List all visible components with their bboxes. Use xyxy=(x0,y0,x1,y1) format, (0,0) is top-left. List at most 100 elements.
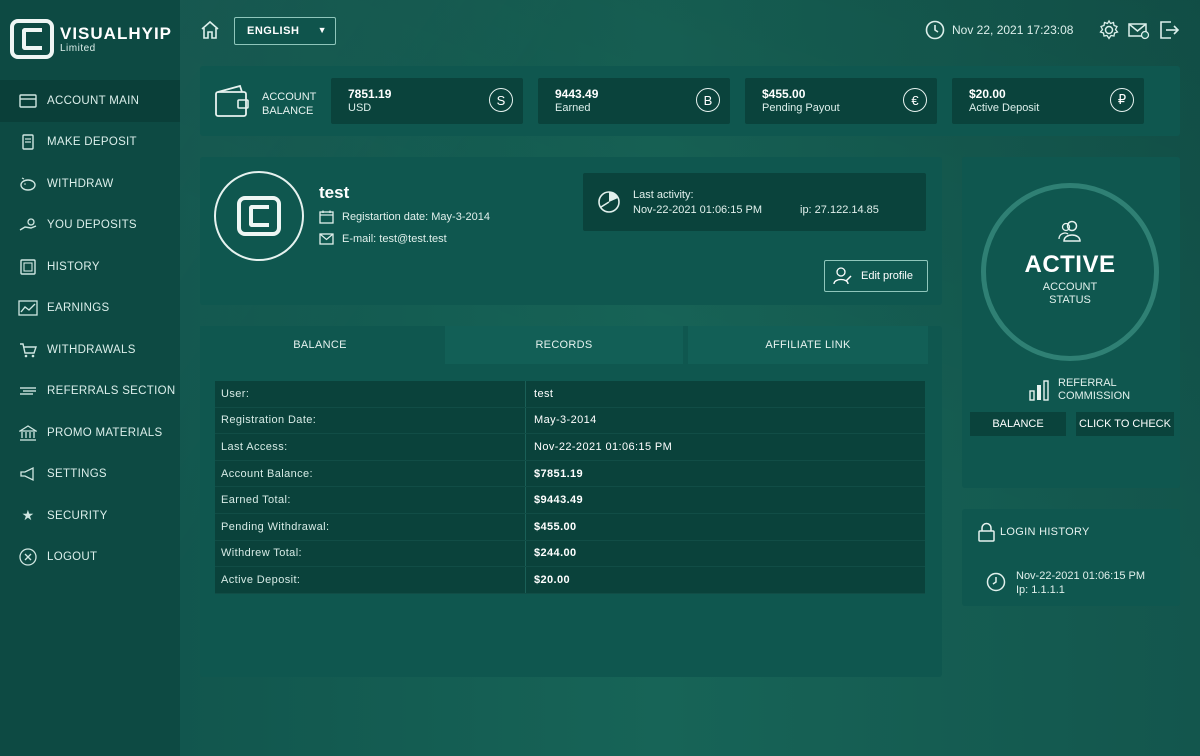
row-key: Withdrew Total: xyxy=(215,540,526,567)
cart-icon xyxy=(18,342,38,358)
sidebar-item-settings[interactable]: SETTINGS xyxy=(0,454,180,496)
sidebar-item-make-deposit[interactable]: MAKE DEPOSIT xyxy=(0,122,180,164)
lock-icon xyxy=(978,522,995,542)
table-row: Last Access: Nov-22-2021 01:06:15 PM xyxy=(215,434,925,461)
table-row: User: test xyxy=(215,381,925,408)
account-details-card: BALANCE RECORDS AFFILIATE LINK User: tes… xyxy=(200,326,942,677)
balance-active-deposit: $20.00 Active Deposit ₽ xyxy=(952,78,1144,124)
profile-card: test Registartion date: May-3-2014 E-mai… xyxy=(200,157,942,305)
sidebar-item-label: MAKE DEPOSIT xyxy=(47,136,137,149)
last-activity-label: Last activity: xyxy=(633,189,694,201)
logout-icon[interactable] xyxy=(1158,19,1180,41)
table-row: Registration Date: May-3-2014 xyxy=(215,407,925,435)
row-value: $7851.19 xyxy=(534,467,584,480)
mail-settings-icon[interactable] xyxy=(1128,19,1150,41)
hand-coin-icon xyxy=(18,217,38,233)
sidebar-item-label: HISTORY xyxy=(47,260,100,273)
chart-icon xyxy=(18,300,38,316)
sidebar-item-label: LOGOUT xyxy=(47,551,98,564)
balance-button[interactable]: BALANCE xyxy=(970,412,1066,436)
chevron-down-icon: ▼ xyxy=(317,25,327,35)
table-row: Withdrew Total: $244.00 xyxy=(215,540,925,568)
current-datetime: Nov 22, 2021 17:23:08 xyxy=(952,23,1074,37)
last-activity-time: Nov-22-2021 01:06:15 PM xyxy=(633,204,763,216)
brand-logo[interactable]: VISUALHYIP Limited xyxy=(10,18,175,60)
sidebar-item-label: EARNINGS xyxy=(47,302,110,315)
calendar-icon xyxy=(319,210,334,224)
balance-pending-payout: $455.00 Pending Payout € xyxy=(745,78,937,124)
sidebar-item-label: WITHDRAWALS xyxy=(47,343,136,356)
deposit-icon xyxy=(18,134,38,150)
table-row: Account Balance: $7851.19 xyxy=(215,460,925,488)
sidebar-item-you-deposits[interactable]: YOU DEPOSITS xyxy=(0,205,180,247)
login-entry: Nov-22-2021 01:06:15 PM Ip: 1.1.1.1 xyxy=(1016,569,1145,597)
user-edit-icon xyxy=(833,267,852,285)
account-balance-strip: ACCOUNT BALANCE 7851.19 USD S 9443.49 Ea… xyxy=(200,66,1180,136)
registration-date: Registartion date: May-3-2014 xyxy=(319,210,490,224)
table-row: Pending Withdrawal: $455.00 xyxy=(215,513,925,541)
euro-icon: € xyxy=(903,88,927,112)
sidebar-item-label: SETTINGS xyxy=(47,468,107,481)
avatar xyxy=(214,171,304,261)
row-value: $20.00 xyxy=(534,573,571,586)
clock-icon xyxy=(986,572,1006,592)
users-icon xyxy=(1057,220,1083,247)
history-icon xyxy=(18,259,38,275)
tab-balance[interactable]: BALANCE xyxy=(200,326,440,364)
edit-profile-button[interactable]: Edit profile xyxy=(824,260,928,292)
sidebar-item-referrals-section[interactable]: REFERRALS SECTION xyxy=(0,371,180,413)
sidebar-item-account-main[interactable]: ACCOUNT MAIN xyxy=(0,80,180,122)
sidebar-item-label: SECURITY xyxy=(47,509,108,522)
piggy-bank-icon xyxy=(18,176,38,192)
account-balance-label: ACCOUNT BALANCE xyxy=(262,91,317,117)
balance-usd: 7851.19 USD S xyxy=(331,78,523,124)
sidebar-item-label: ACCOUNT MAIN xyxy=(47,94,140,107)
login-ip: Ip: 1.1.1.1 xyxy=(1016,584,1065,596)
balance-label: Pending Payout xyxy=(762,102,840,114)
sidebar-item-history[interactable]: HISTORY xyxy=(0,246,180,288)
balance-earned: 9443.49 Earned B xyxy=(538,78,730,124)
balance-label: USD xyxy=(348,102,372,114)
row-value: Nov-22-2021 01:06:15 PM xyxy=(534,440,673,453)
pie-clock-icon xyxy=(597,190,621,214)
home-icon[interactable] xyxy=(200,20,220,40)
last-activity-box: Last activity: Nov-22-2021 01:06:15 PM i… xyxy=(583,173,926,231)
tab-bar: BALANCE RECORDS AFFILIATE LINK xyxy=(200,326,928,364)
sidebar: VISUALHYIP Limited ACCOUNT MAIN MAKE DEP… xyxy=(0,0,180,756)
avatar-logo-mark xyxy=(237,196,281,236)
sidebar-item-label: PROMO MATERIALS xyxy=(47,426,163,439)
login-history-card: LOGIN HISTORY Nov-22-2021 01:06:15 PM Ip… xyxy=(962,509,1180,606)
sidebar-item-withdraw[interactable]: WITHDRAW xyxy=(0,163,180,205)
language-select[interactable]: ENGLISH ▼ xyxy=(234,17,336,45)
row-value: $455.00 xyxy=(534,520,577,533)
sidebar-item-label: YOU DEPOSITS xyxy=(47,219,137,232)
tab-affiliate-link[interactable]: AFFILIATE LINK xyxy=(688,326,928,364)
balance-value: 7851.19 xyxy=(348,87,392,101)
row-key: Active Deposit: xyxy=(215,567,526,593)
account-info-table: User: test Registration Date: May-3-2014… xyxy=(215,381,925,594)
row-value: $9443.49 xyxy=(534,494,584,507)
brand-title: VISUALHYIP xyxy=(60,23,173,43)
currency-b-icon: B xyxy=(696,88,720,112)
referral-commission-label: REFERRAL COMMISSION xyxy=(1058,377,1131,402)
status-ring: ACTIVE ACCOUNT STATUS xyxy=(981,183,1159,361)
click-to-check-button[interactable]: CLICK TO CHECK xyxy=(1076,412,1174,436)
wallet-icon xyxy=(214,84,250,118)
gear-icon[interactable] xyxy=(1098,19,1120,41)
star-icon: ★ xyxy=(21,507,35,524)
sidebar-item-earnings[interactable]: EARNINGS xyxy=(0,288,180,330)
account-status-card: ACTIVE ACCOUNT STATUS REFERRAL COMMISSIO… xyxy=(962,157,1180,488)
table-row: Active Deposit: $20.00 xyxy=(215,567,925,594)
sidebar-item-security[interactable]: ★ SECURITY xyxy=(0,495,180,537)
sidebar-item-withdrawals[interactable]: WITHDRAWALS xyxy=(0,329,180,371)
balance-label: Active Deposit xyxy=(969,102,1040,114)
currency-s-icon: S xyxy=(489,88,513,112)
sidebar-item-promo-materials[interactable]: PROMO MATERIALS xyxy=(0,412,180,454)
tab-records[interactable]: RECORDS xyxy=(445,326,683,364)
promo-icon xyxy=(18,424,38,441)
last-activity-ip: ip: 27.122.14.85 xyxy=(800,204,879,216)
table-row: Earned Total: $9443.49 xyxy=(215,487,925,514)
sidebar-item-logout[interactable]: LOGOUT xyxy=(0,537,180,579)
email: E-mail: test@test.test xyxy=(319,233,447,245)
account-status-value: ACTIVE xyxy=(1024,251,1116,278)
